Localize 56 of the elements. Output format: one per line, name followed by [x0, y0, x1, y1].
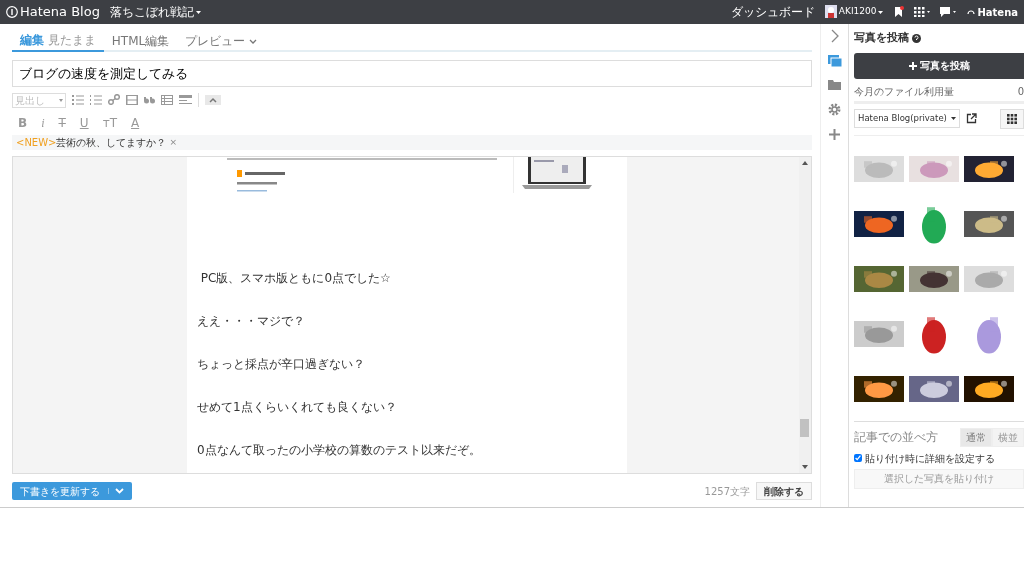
chevron-right-icon[interactable] — [830, 28, 839, 45]
underline-button[interactable]: U — [77, 117, 91, 129]
blog-menu[interactable]: 落ちこぼれ戦記 — [109, 3, 194, 21]
collapse-button[interactable] — [205, 95, 221, 105]
brand-text[interactable]: Hatena — [977, 4, 1018, 20]
scrollbar-thumb[interactable] — [800, 419, 809, 437]
title-field[interactable]: ブログの速度を測定してみる — [12, 60, 812, 87]
font-size-button[interactable]: тT — [100, 117, 119, 129]
paragraph-text: ちょっと採点が辛口過ぎない？ — [197, 356, 366, 371]
paragraph-text: 0点なんて取ったの小学校の算数のテスト以来だぞ。 — [197, 442, 482, 457]
arrange-option[interactable]: 横並 — [992, 427, 1024, 447]
delete-button[interactable]: 削除する — [756, 482, 812, 500]
paragraph-text: ええ・・・マジで？ — [197, 313, 306, 328]
grid-view-button[interactable] — [1000, 108, 1024, 129]
scroll-up-icon[interactable] — [802, 161, 808, 165]
notice-text[interactable]: 芸術の秋、してますか？ — [56, 135, 167, 150]
editor-tab[interactable]: HTML編集 — [103, 30, 178, 52]
album-select[interactable]: Hatena Blog(private) — [854, 109, 960, 128]
save-draft-button[interactable]: 下書きを更新する — [12, 482, 132, 500]
new-tag: <NEW> — [16, 135, 57, 150]
arrange-label: 記事での並べ方 — [854, 429, 938, 446]
caret-icon[interactable] — [195, 10, 201, 14]
grid-icon[interactable] — [1007, 113, 1017, 124]
paragraph-text: PC版、スマホ版ともに0点でした☆ — [199, 270, 392, 285]
arrange-option[interactable]: 通常 — [960, 427, 992, 447]
plus-icon[interactable] — [829, 126, 840, 143]
editor-tab[interactable]: プレビュー — [177, 30, 266, 52]
caret-icon[interactable] — [878, 10, 884, 14]
paragraph-text: せめて1点くらいくれても良くない？ — [197, 399, 398, 414]
bold-button[interactable]: B — [16, 117, 30, 129]
logo-icon[interactable] — [6, 3, 18, 21]
logo-text[interactable]: Hatena Blog — [20, 2, 100, 22]
usage-value: 0 — [1017, 84, 1024, 99]
avatar-icon[interactable] — [824, 3, 837, 21]
plus-icon — [908, 61, 917, 70]
scroll-down-icon[interactable] — [802, 465, 808, 469]
text-color-button[interactable]: A — [128, 117, 142, 129]
chevron-up-icon[interactable] — [209, 97, 217, 103]
character-count: 1257文字 — [704, 484, 750, 499]
caret-icon[interactable] — [950, 117, 956, 120]
chevron-down-icon[interactable] — [249, 39, 258, 44]
dashboard-link[interactable]: ダッシュボード — [730, 3, 815, 21]
panel-title: 写真を投稿 — [854, 30, 909, 46]
italic-button[interactable]: i — [39, 117, 47, 129]
photos-icon[interactable] — [827, 52, 842, 69]
upload-photo-button[interactable]: 写真を投稿 — [854, 52, 1024, 79]
user-menu[interactable]: AKI1200 — [838, 5, 877, 19]
editor-tab[interactable]: 編集 見たまま — [12, 30, 104, 52]
checkbox-label[interactable]: 貼り付け時に詳細を設定する — [865, 450, 995, 466]
scrollbar[interactable] — [799, 157, 811, 473]
settings-icon[interactable] — [828, 101, 841, 118]
usage-label: 今月のファイル利用量 — [854, 84, 954, 99]
close-button[interactable]: × — [169, 135, 177, 150]
strikethrough-button[interactable]: T — [56, 117, 68, 129]
paste-photos-button[interactable]: 選択した写真を貼り付け — [854, 468, 1024, 489]
detail-checkbox[interactable] — [854, 454, 862, 462]
